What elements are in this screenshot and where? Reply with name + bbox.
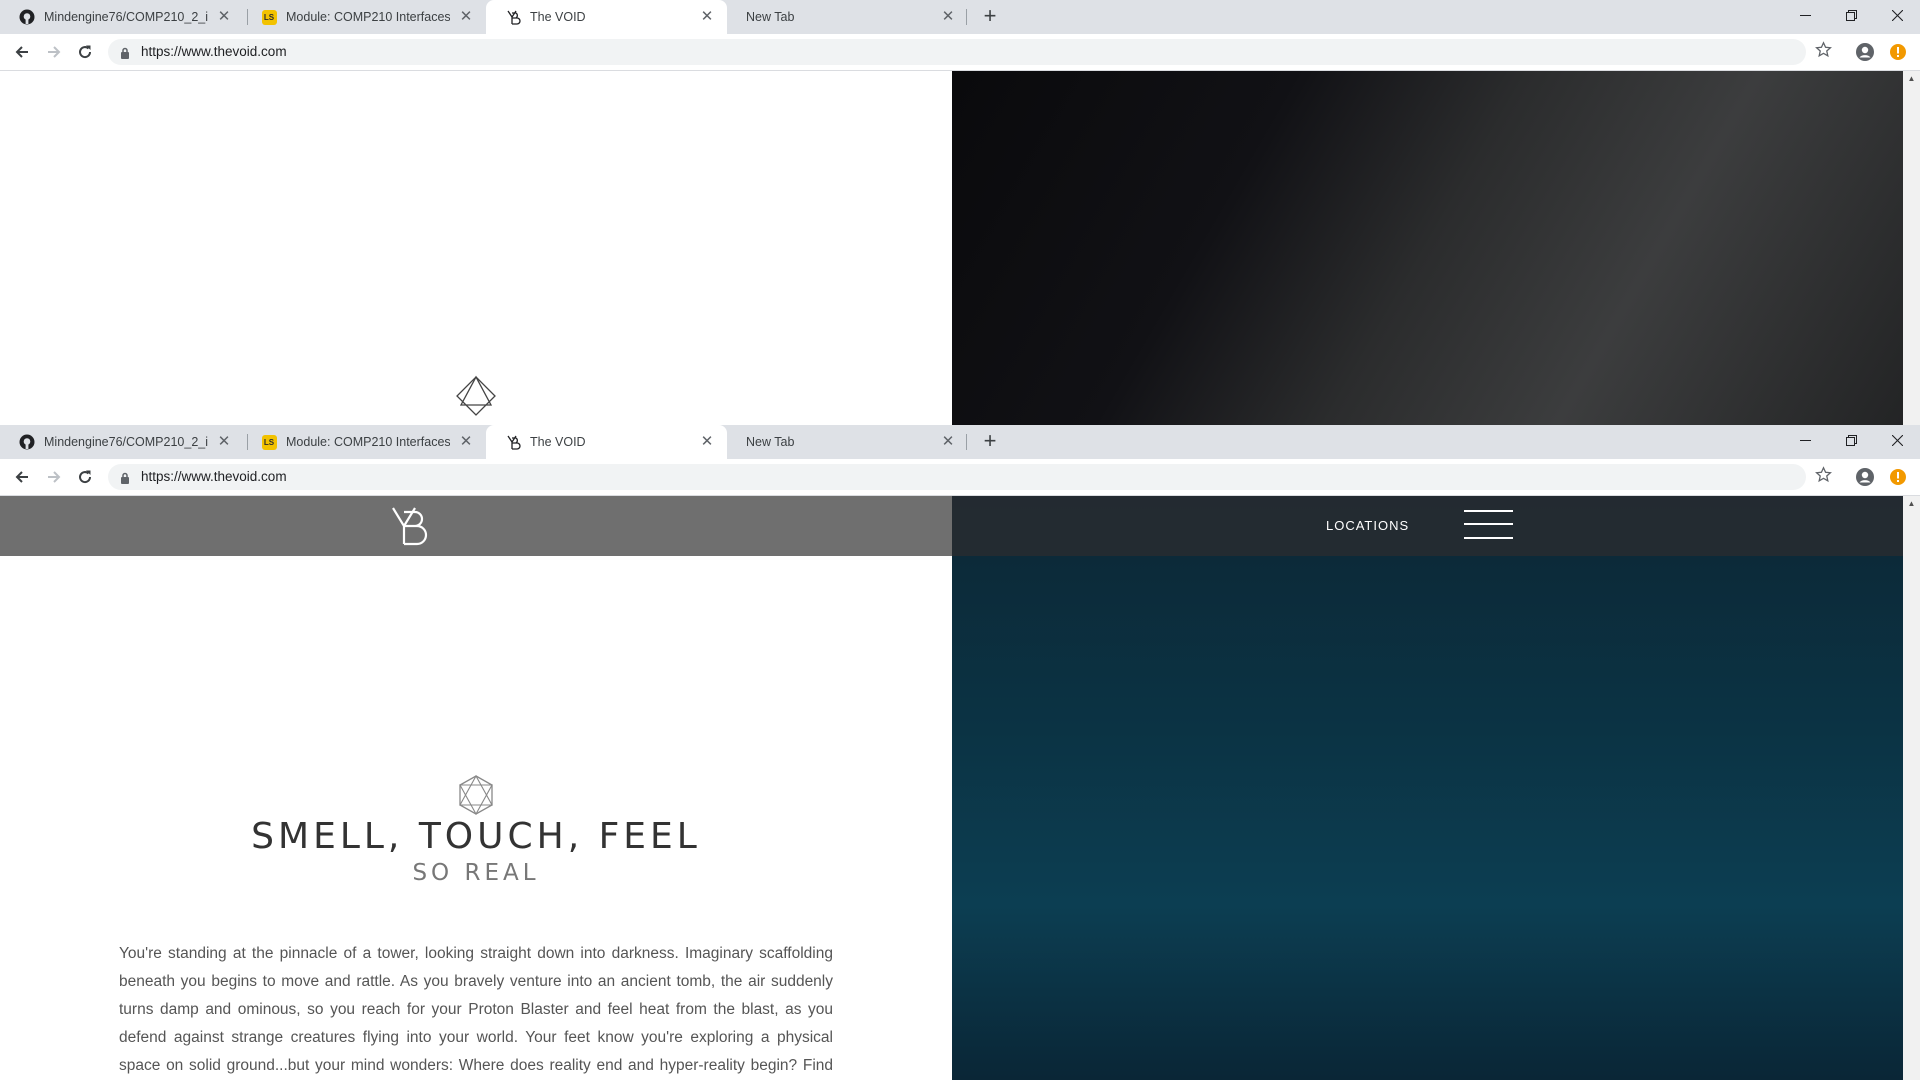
minimize-button[interactable]: [1782, 0, 1828, 30]
scrollbar[interactable]: ▲: [1903, 71, 1920, 425]
tab-github[interactable]: Mindengine76/COMP210_2_interfaces ✕: [0, 0, 244, 34]
learning-space-icon: LS: [261, 9, 277, 25]
close-window-button[interactable]: [1874, 425, 1920, 455]
browser-toolbar: https://www.thevoid.com: [0, 34, 1920, 70]
update-alert-icon[interactable]: [1888, 467, 1908, 487]
update-alert-icon[interactable]: [1888, 42, 1908, 62]
scroll-up-arrow-icon[interactable]: ▲: [1907, 74, 1916, 83]
tab-title: Module: COMP210 Interfaces & Interaction: [286, 435, 450, 449]
scroll-up-arrow-icon[interactable]: ▲: [1907, 499, 1916, 508]
close-tab-icon[interactable]: ✕: [940, 9, 956, 25]
close-tab-icon[interactable]: ✕: [699, 434, 715, 450]
minimize-button[interactable]: [1782, 425, 1828, 455]
tab-separator: [966, 434, 967, 450]
void-logo-icon: [505, 434, 521, 450]
page-headline: SMELL, TOUCH, FEEL: [251, 816, 701, 857]
tab-new-tab[interactable]: New Tab ✕: [727, 0, 968, 34]
github-icon: [19, 434, 35, 450]
close-window-button[interactable]: [1874, 0, 1920, 30]
tab-title: New Tab: [746, 435, 795, 449]
new-tab-button[interactable]: +: [978, 5, 1002, 29]
address-bar[interactable]: https://www.thevoid.com: [108, 39, 1806, 65]
browser-window-bottom: Mindengine76/COMP210_2_interfaces ✕ LS M…: [0, 425, 1920, 1080]
tab-title: New Tab: [746, 10, 795, 24]
url-text: https://www.thevoid.com: [141, 44, 287, 59]
scrollbar[interactable]: ▲: [1903, 496, 1920, 1080]
void-logo[interactable]: [390, 506, 430, 546]
browser-toolbar: https://www.thevoid.com: [0, 459, 1920, 495]
tab-strip: Mindengine76/COMP210_2_interfaces ✕ LS M…: [0, 0, 1920, 34]
address-bar[interactable]: https://www.thevoid.com: [108, 464, 1806, 490]
page-left-panel: SMELL, TOUCH, FEEL SO REAL You're standi…: [0, 496, 952, 1080]
new-tab-button[interactable]: +: [978, 430, 1002, 454]
reload-button[interactable]: [73, 40, 97, 64]
forward-button[interactable]: [42, 465, 66, 489]
browser-window-top: Mindengine76/COMP210_2_interfaces ✕ LS M…: [0, 0, 1920, 425]
site-header-right: LOCATIONS: [952, 496, 1903, 556]
close-tab-icon[interactable]: ✕: [216, 9, 232, 25]
reload-button[interactable]: [73, 465, 97, 489]
tab-separator: [966, 9, 967, 25]
hero-image-rocks: [952, 71, 1903, 425]
learning-space-icon: LS: [261, 434, 277, 450]
menu-hamburger-icon[interactable]: [1464, 510, 1513, 540]
hero-image-cave-explorers: LOCATIONS: [952, 496, 1903, 1080]
close-tab-icon[interactable]: ✕: [458, 434, 474, 450]
tab-title: Mindengine76/COMP210_2_interfaces: [44, 435, 208, 449]
intro-paragraph: You're standing at the pinnacle of a tow…: [119, 945, 833, 1074]
forward-button[interactable]: [42, 40, 66, 64]
url-text: https://www.thevoid.com: [141, 469, 287, 484]
lock-icon: [120, 46, 130, 64]
geometric-emblem-icon: [455, 774, 497, 821]
bookmark-star-icon[interactable]: [1815, 466, 1832, 488]
close-tab-icon[interactable]: ✕: [458, 9, 474, 25]
github-icon: [19, 9, 35, 25]
profile-icon[interactable]: [1855, 42, 1875, 62]
maximize-button[interactable]: [1828, 0, 1874, 30]
tab-strip: Mindengine76/COMP210_2_interfaces ✕ LS M…: [0, 425, 1920, 459]
maximize-button[interactable]: [1828, 425, 1874, 455]
tab-title: Module: COMP210 Interfaces & Interaction: [286, 10, 450, 24]
diamond-icon: [455, 375, 497, 422]
close-tab-icon[interactable]: ✕: [216, 434, 232, 450]
page-subheadline: SO REAL: [412, 860, 540, 886]
bookmark-star-icon[interactable]: [1815, 41, 1832, 63]
tab-new-tab[interactable]: New Tab ✕: [727, 425, 968, 459]
page-left-panel: [0, 71, 952, 425]
tab-github[interactable]: Mindengine76/COMP210_2_interfaces ✕: [0, 425, 244, 459]
close-tab-icon[interactable]: ✕: [940, 434, 956, 450]
site-header-left: [0, 496, 952, 556]
tab-title: Mindengine76/COMP210_2_interfaces: [44, 10, 208, 24]
locations-link[interactable]: LOCATIONS: [1326, 518, 1409, 533]
back-button[interactable]: [10, 465, 34, 489]
back-button[interactable]: [10, 40, 34, 64]
tab-the-void[interactable]: The VOID ✕: [486, 0, 727, 34]
tab-title: The VOID: [530, 10, 586, 24]
profile-icon[interactable]: [1855, 467, 1875, 487]
tab-module[interactable]: LS Module: COMP210 Interfaces & Interact…: [242, 0, 486, 34]
tab-module[interactable]: LS Module: COMP210 Interfaces & Interact…: [242, 425, 486, 459]
close-tab-icon[interactable]: ✕: [699, 9, 715, 25]
void-logo-icon: [505, 9, 521, 25]
lock-icon: [120, 471, 130, 489]
tab-title: The VOID: [530, 435, 586, 449]
tab-the-void[interactable]: The VOID ✕: [486, 425, 727, 459]
